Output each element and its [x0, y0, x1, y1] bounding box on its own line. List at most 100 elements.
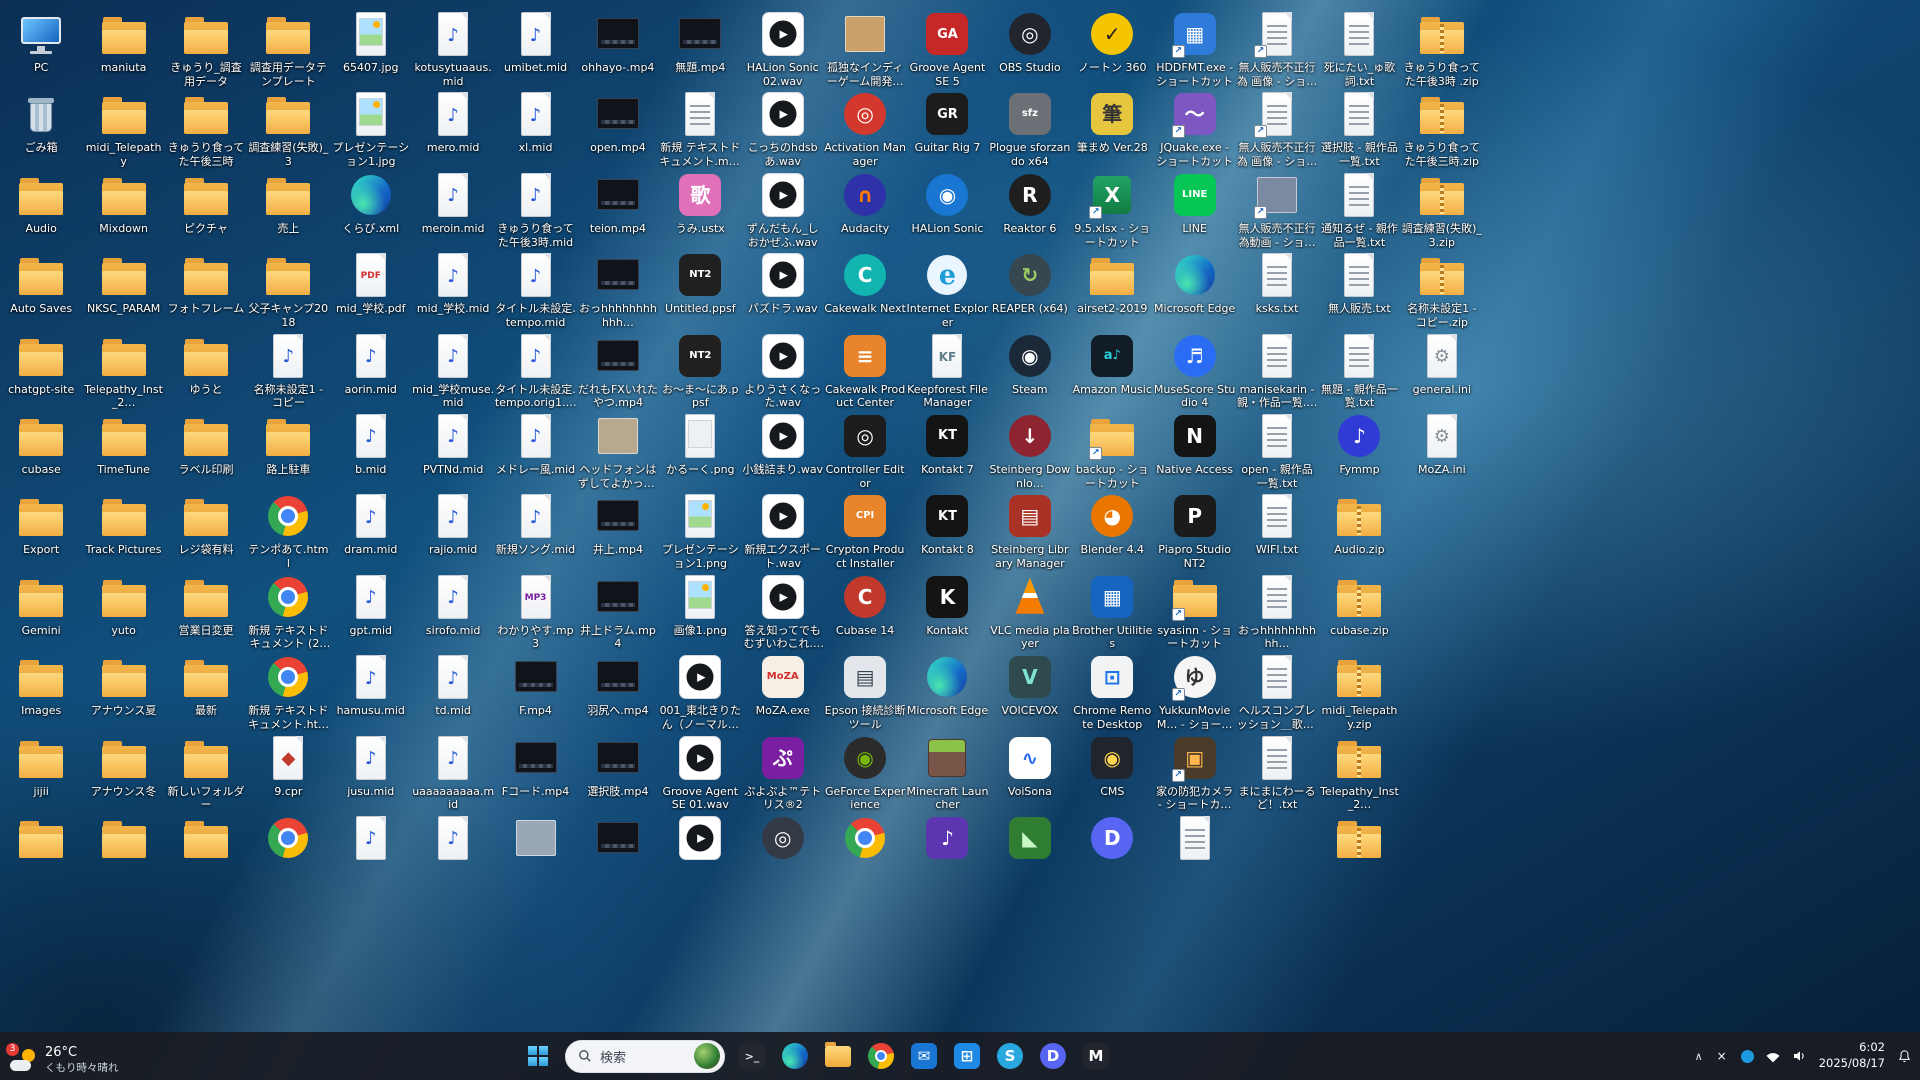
desktop-icon[interactable]: 画像1.png [659, 573, 741, 653]
desktop-icon[interactable] [495, 814, 577, 894]
desktop-icon[interactable]: ◎OBS Studio [989, 10, 1071, 90]
desktop-icon[interactable]: 孤独なインディーゲーム開発者の一生… [824, 10, 906, 90]
desktop-icon[interactable]: 調査練習(失敗)_3.zip [1401, 171, 1483, 251]
desktop-icon[interactable]: ▶ずんだもん_しおかぜふ.wav [742, 171, 824, 251]
clock[interactable]: 6:02 2025/08/17 [1819, 1040, 1885, 1071]
desktop-icon[interactable]: ↗無人販売不正行為 画像 - ショートカット [1236, 90, 1318, 170]
desktop-icon[interactable]: ヘッドフォンはずしてよかった.mp4 [577, 412, 659, 492]
desktop-icon[interactable]: ▶001_東北きりたん（ノーマル）_今じゃ… [659, 653, 741, 733]
desktop-icon[interactable]: ◉Steam [989, 332, 1071, 412]
tray-blue-app-icon[interactable] [1741, 1050, 1754, 1063]
desktop-icon[interactable]: ⊡Chrome Remote Desktop [1071, 653, 1153, 733]
desktop-icon[interactable]: ◕Blender 4.4 [1071, 492, 1153, 572]
desktop-icon[interactable]: ♪kotusytuaaus.mid [412, 10, 494, 90]
desktop-icon[interactable]: ♪jusu.mid [330, 734, 412, 814]
desktop-icon[interactable]: ごみ箱 [0, 90, 82, 170]
desktop-icon[interactable]: manisekarin - 親・作品一覧.txt [1236, 332, 1318, 412]
desktop-icon[interactable]: ♪sirofo.mid [412, 573, 494, 653]
desktop-icon[interactable]: Mixdown [83, 171, 165, 251]
desktop-icon[interactable]: 井上.mp4 [577, 492, 659, 572]
desktop-icon[interactable]: ◎ [742, 814, 824, 894]
desktop-icon[interactable]: ♬MuseScore Studio 4 [1154, 332, 1236, 412]
desktop-icon[interactable]: まにまにわーるど！.txt [1236, 734, 1318, 814]
desktop-icon[interactable]: ↻REAPER (x64) [989, 251, 1071, 331]
desktop-icon[interactable]: KTKontakt 7 [906, 412, 988, 492]
desktop-icon[interactable]: 新規 テキストドキュメント (2).html [247, 573, 329, 653]
desktop-icon[interactable]: NNative Access [1154, 412, 1236, 492]
desktop-icon[interactable]: ▶よりうさくなった.wav [742, 332, 824, 412]
desktop-icon[interactable] [165, 814, 247, 894]
desktop-icon[interactable]: ♪Fymmp [1318, 412, 1400, 492]
desktop-icon[interactable]: ▶Groove Agent SE 01.wav [659, 734, 741, 814]
weather-widget[interactable]: 3 26°C くもり時々晴れ [10, 1045, 119, 1075]
desktop-icon[interactable]: open.mp4 [577, 90, 659, 170]
desktop-icon[interactable]: Images [0, 653, 82, 733]
desktop-icon[interactable]: ◎Controller Editor [824, 412, 906, 492]
desktop-icon[interactable]: ∿VoiSona [989, 734, 1071, 814]
desktop-icon[interactable]: teion.mp4 [577, 171, 659, 251]
desktop-icon[interactable]: ♪aorin.mid [330, 332, 412, 412]
wifi-icon[interactable] [1765, 1048, 1781, 1064]
desktop-icon[interactable]: ▶こっちのhdsbあ.wav [742, 90, 824, 170]
desktop-icon[interactable]: sfzPlogue sforzando x64 [989, 90, 1071, 170]
desktop-icon[interactable]: RReaktor 6 [989, 171, 1071, 251]
desktop-icon[interactable]: ∩Audacity [824, 171, 906, 251]
desktop-icon[interactable]: ↗無人販売不正行為 画像 - ショートカッ… [1236, 10, 1318, 90]
desktop-icon[interactable]: KFKeepforest File Manager [906, 332, 988, 412]
desktop-icon[interactable]: chatgpt-site [0, 332, 82, 412]
desktop-icon[interactable]: CCakewalk Next [824, 251, 906, 331]
desktop-icon[interactable]: cubase [0, 412, 82, 492]
desktop-icon[interactable]: 父子キャンプ2018 [247, 251, 329, 331]
desktop-icon[interactable]: 選択肢.mp4 [577, 734, 659, 814]
desktop-icon[interactable]: eInternet Explorer [906, 251, 988, 331]
desktop-icon[interactable]: Microsoft Edge [1154, 251, 1236, 331]
desktop-icon[interactable]: ▶答え知ってでもむずいわこれ.wav [742, 573, 824, 653]
desktop-icon[interactable]: 通知るぜ - 親作品一覧.txt [1318, 171, 1400, 251]
desktop-icon[interactable]: Track Pictures [83, 492, 165, 572]
desktop-icon[interactable] [0, 814, 82, 894]
desktop-icon[interactable]: おっhhhhhhhhhh… [1236, 573, 1318, 653]
desktop-icon[interactable]: midi_Telepathy [83, 90, 165, 170]
taskbar-skype[interactable]: S [990, 1036, 1030, 1076]
desktop-icon[interactable]: 歌うみ.ustx [659, 171, 741, 251]
desktop-icon[interactable]: LINELINE [1154, 171, 1236, 251]
desktop-icon[interactable]: ♪新規ソング.mid [495, 492, 577, 572]
desktop-icon[interactable]: ◣ [989, 814, 1071, 894]
taskbar-file-explorer[interactable] [818, 1036, 858, 1076]
desktop-icon[interactable]: ▶小銭詰まり.wav [742, 412, 824, 492]
desktop-icon[interactable]: 選択肢 - 親作品一覧.txt [1318, 90, 1400, 170]
desktop-icon[interactable]: ♪dram.mid [330, 492, 412, 572]
desktop-icon[interactable]: ▤Epson 接続診断ツール [824, 653, 906, 733]
desktop-icon[interactable]: Export [0, 492, 82, 572]
desktop-icon[interactable]: プレゼンテーション1.jpg [330, 90, 412, 170]
desktop-icon[interactable]: Auto Saves [0, 251, 82, 331]
desktop-icon[interactable]: レジ袋有料 [165, 492, 247, 572]
desktop-icon[interactable]: 〜↗JQuake.exe - ショートカット [1154, 90, 1236, 170]
desktop-icon[interactable]: ヘルスコンプレッション＿歌詞.txt [1236, 653, 1318, 733]
desktop-icon[interactable]: VVOICEVOX [989, 653, 1071, 733]
desktop-icon[interactable]: ↗syasinn - ショートカット [1154, 573, 1236, 653]
desktop-icon[interactable]: CCubase 14 [824, 573, 906, 653]
taskbar-m-app[interactable]: M [1076, 1036, 1116, 1076]
desktop-icon[interactable]: きゅうり_調査用データ [165, 10, 247, 90]
desktop-icon[interactable]: ▦Brother Utilities [1071, 573, 1153, 653]
desktop-icon[interactable]: ▶ [659, 814, 741, 894]
volume-icon[interactable] [1792, 1048, 1808, 1064]
desktop-icon[interactable] [1318, 814, 1400, 894]
desktop-icon[interactable]: PPiapro Studio NT2 [1154, 492, 1236, 572]
desktop-icon[interactable]: 無題 - 親作品一覧.txt [1318, 332, 1400, 412]
desktop-icon[interactable]: open - 親作品一覧.txt [1236, 412, 1318, 492]
desktop-icon[interactable]: NKSC_PARAM [83, 251, 165, 331]
desktop-icon[interactable]: airset2-2019 [1071, 251, 1153, 331]
desktop-icon[interactable]: ♪mero.mid [412, 90, 494, 170]
desktop-icon[interactable] [577, 814, 659, 894]
desktop-icon[interactable]: yuto [83, 573, 165, 653]
desktop-icon[interactable]: ▶HALion Sonic 02.wav [742, 10, 824, 90]
desktop-icon[interactable]: ◉CMS [1071, 734, 1153, 814]
desktop-icon[interactable]: 売上 [247, 171, 329, 251]
desktop-icon[interactable]: 営業日変更 [165, 573, 247, 653]
desktop-icon[interactable]: ohhayo-.mp4 [577, 10, 659, 90]
desktop-icon[interactable]: ▶新規エクスポート.wav [742, 492, 824, 572]
desktop-icon[interactable]: ラベル印刷 [165, 412, 247, 492]
desktop-icon[interactable]: ゆうと [165, 332, 247, 412]
